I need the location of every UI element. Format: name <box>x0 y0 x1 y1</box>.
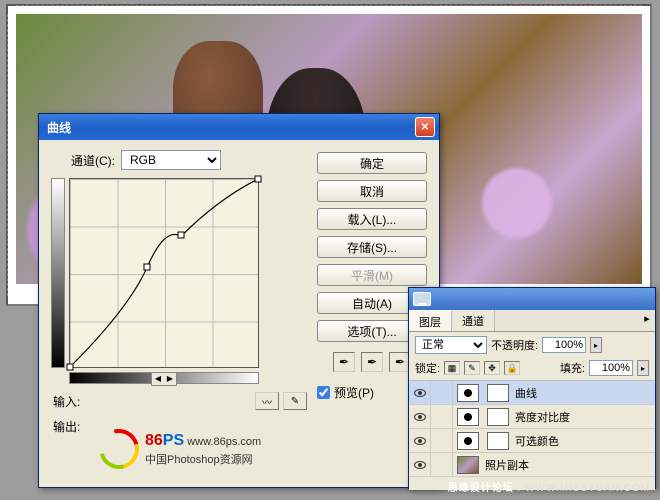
eyedropper-gray-icon[interactable]: ✒ <box>361 352 383 372</box>
dialog-title: 曲线 <box>47 119 71 136</box>
layer-mask-thumbnail[interactable] <box>487 432 509 450</box>
preview-checkbox[interactable] <box>317 386 330 399</box>
gradient-toggle[interactable]: ◀▶ <box>151 372 177 386</box>
smooth-button: 平滑(M) <box>317 264 427 286</box>
lock-label: 锁定: <box>415 360 440 376</box>
opacity-label: 不透明度: <box>491 337 538 353</box>
layer-item[interactable]: 照片副本 <box>409 453 655 477</box>
curve-point[interactable] <box>255 176 262 183</box>
fill-label: 填充: <box>560 360 585 376</box>
panel-menu-icon[interactable]: ▸ <box>639 310 655 331</box>
watermark-missyuan: 思缘设计论坛 . WWW.MISSYUAN.COM <box>448 479 650 494</box>
curve-point[interactable] <box>67 364 74 371</box>
layer-name[interactable]: 亮度对比度 <box>513 409 570 425</box>
logo-icon <box>99 429 139 469</box>
layer-link-cell[interactable] <box>431 381 453 404</box>
tab-channels[interactable]: 通道 <box>452 310 495 331</box>
close-button[interactable]: ✕ <box>415 117 435 137</box>
lock-transparency-icon[interactable]: ▦ <box>444 361 460 375</box>
layer-name[interactable]: 照片副本 <box>483 457 529 473</box>
layer-name[interactable]: 曲线 <box>513 385 537 401</box>
ok-button[interactable]: 确定 <box>317 152 427 174</box>
visibility-toggle[interactable] <box>409 381 431 404</box>
input-label: 输入: <box>53 393 80 410</box>
layer-item[interactable]: 可选颜色 <box>409 429 655 453</box>
visibility-toggle[interactable] <box>409 453 431 476</box>
layer-thumbnail[interactable] <box>457 384 479 402</box>
curve-point[interactable] <box>177 232 184 239</box>
layer-thumbnail[interactable] <box>457 408 479 426</box>
blend-mode-select[interactable]: 正常 <box>415 336 487 354</box>
curves-dialog: 曲线 ✕ 通道(C): RGB <box>38 113 440 488</box>
curve-path <box>70 179 258 367</box>
curve-grid[interactable] <box>69 178 259 368</box>
cancel-button[interactable]: 取消 <box>317 180 427 202</box>
fill-input[interactable] <box>589 360 633 376</box>
eyedropper-black-icon[interactable]: ✒ <box>333 352 355 372</box>
layer-mask-thumbnail[interactable] <box>487 408 509 426</box>
layer-link-cell[interactable] <box>431 429 453 452</box>
layer-mask-thumbnail[interactable] <box>487 384 509 402</box>
load-button[interactable]: 载入(L)... <box>317 208 427 230</box>
layers-panel: ▁ 图层 通道 ▸ 正常 不透明度: ▸ 锁定: ▦ ✎ ✥ 🔒 填充: ▸ <box>408 287 656 489</box>
minimize-icon[interactable]: ▁ <box>413 292 431 306</box>
preview-label: 预览(P) <box>334 384 374 401</box>
eye-icon <box>414 389 426 397</box>
opacity-flyout-icon[interactable]: ▸ <box>590 337 602 353</box>
opacity-input[interactable] <box>542 337 586 353</box>
tab-layers[interactable]: 图层 <box>409 310 452 331</box>
layer-item[interactable]: 亮度对比度 <box>409 405 655 429</box>
gradient-horizontal: ◀▶ <box>69 372 259 384</box>
ruler-horizontal <box>16 5 642 9</box>
visibility-toggle[interactable] <box>409 429 431 452</box>
gradient-vertical <box>51 178 65 368</box>
panel-titlebar[interactable]: ▁ <box>409 288 655 310</box>
lock-position-icon[interactable]: ✥ <box>484 361 500 375</box>
pencil-tool-icon[interactable]: ✎ <box>283 392 307 410</box>
layer-name[interactable]: 可选颜色 <box>513 433 559 449</box>
layer-link-cell[interactable] <box>431 405 453 428</box>
channel-select[interactable]: RGB <box>121 150 221 170</box>
layer-thumbnail[interactable] <box>457 456 479 474</box>
curve-point[interactable] <box>144 264 151 271</box>
save-button[interactable]: 存储(S)... <box>317 236 427 258</box>
lock-all-icon[interactable]: 🔒 <box>504 361 520 375</box>
output-label: 输出: <box>53 418 80 435</box>
ruler-vertical <box>7 14 11 296</box>
channel-label: 通道(C): <box>71 152 115 169</box>
eye-icon <box>414 437 426 445</box>
eye-icon <box>414 461 426 469</box>
layer-list: 曲线 亮度对比度 可选颜色 照片副本 <box>409 381 655 479</box>
layer-item[interactable]: 曲线 <box>409 381 655 405</box>
eye-icon <box>414 413 426 421</box>
curve-tool-icon[interactable]: 〰 <box>255 392 279 410</box>
dialog-titlebar[interactable]: 曲线 ✕ <box>39 114 439 140</box>
fill-flyout-icon[interactable]: ▸ <box>637 360 649 376</box>
lock-pixels-icon[interactable]: ✎ <box>464 361 480 375</box>
layer-link-cell[interactable] <box>431 453 453 476</box>
visibility-toggle[interactable] <box>409 405 431 428</box>
layer-thumbnail[interactable] <box>457 432 479 450</box>
watermark-86ps: 86PS www.86ps.com 中国Photoshop资源网 <box>99 429 261 469</box>
